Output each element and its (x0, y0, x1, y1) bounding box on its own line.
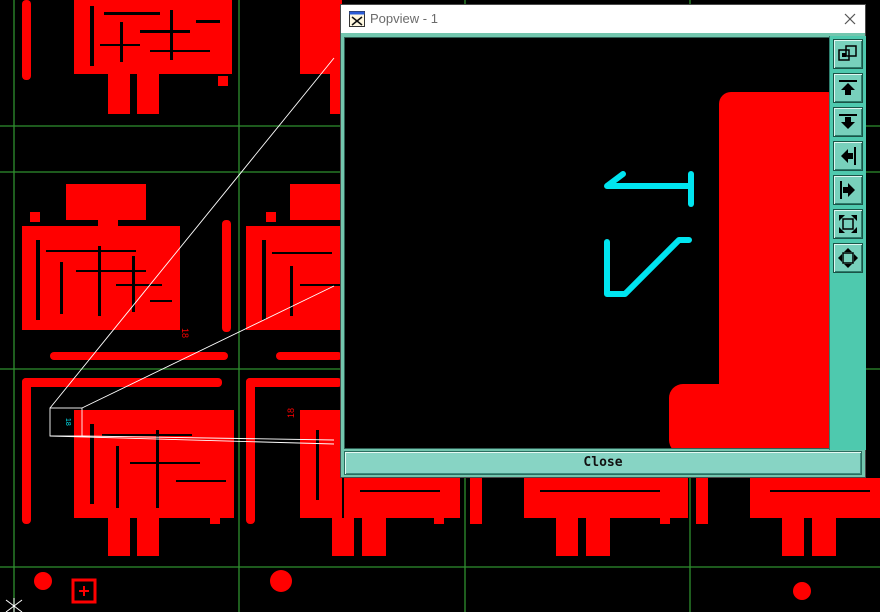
pan-up-button[interactable] (833, 73, 863, 103)
zoomed-copper-pad (669, 92, 829, 448)
window-title: Popview - 1 (370, 11, 438, 26)
zoom-in-icon (838, 248, 858, 268)
zoom-out-icon (839, 215, 857, 233)
arrow-right-icon (840, 181, 855, 199)
silkscreen-label: 18 (64, 418, 71, 426)
window-titlebar[interactable]: Popview - 1 (341, 5, 865, 34)
popview-frame: Close (341, 33, 866, 477)
zoom-window-button[interactable] (833, 39, 863, 69)
popview-window: Popview - 1 Close (340, 4, 866, 478)
zoomed-silkscreen (604, 171, 694, 297)
close-button[interactable]: Close (344, 451, 862, 475)
arrow-left-icon (841, 147, 856, 165)
app-icon (349, 11, 365, 27)
popview-toolbar (829, 36, 866, 450)
zoom-in-button[interactable] (833, 243, 863, 273)
zoom-out-button[interactable] (833, 209, 863, 239)
silkscreen-label: 18 (180, 328, 190, 338)
silkscreen-label: 18 (286, 408, 296, 418)
arrow-down-icon (839, 114, 857, 129)
arrow-up-icon (839, 80, 857, 95)
zoom-window-icon (838, 45, 857, 61)
pan-right-button[interactable] (833, 175, 863, 205)
pan-left-button[interactable] (833, 141, 863, 171)
close-icon[interactable] (839, 8, 861, 30)
zoom-view-canvas[interactable] (344, 37, 830, 449)
pan-down-button[interactable] (833, 107, 863, 137)
